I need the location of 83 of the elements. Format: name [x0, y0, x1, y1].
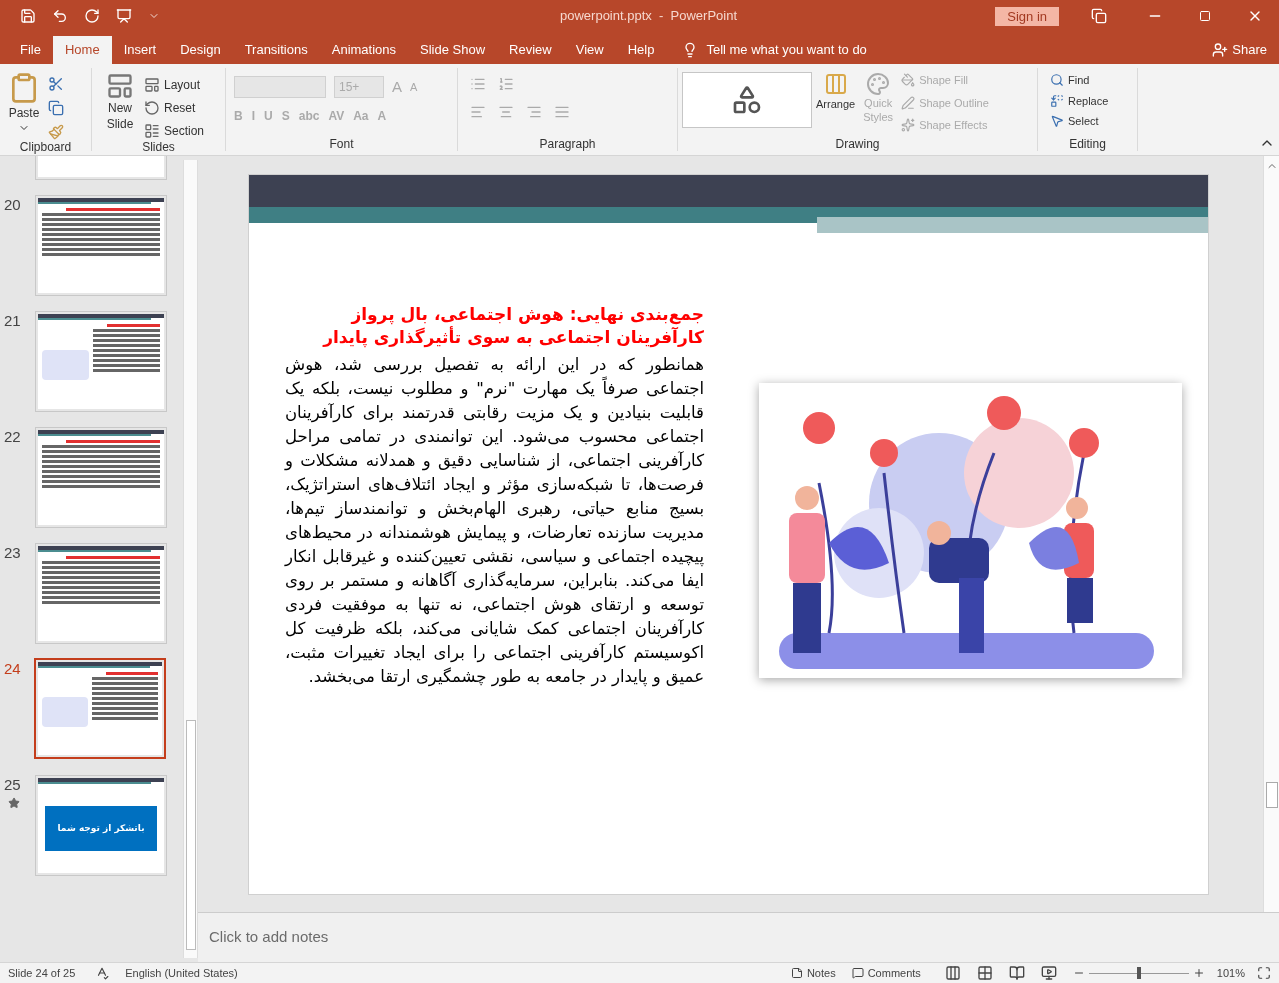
fit-to-window-icon[interactable]	[1257, 966, 1271, 980]
new-slide-button[interactable]: New Slide	[100, 72, 140, 140]
reset-icon	[144, 100, 160, 116]
ribbon-tab[interactable]: Design	[168, 36, 233, 64]
zoom-in-icon[interactable]	[1192, 967, 1205, 979]
ribbon-tab[interactable]: Home	[52, 36, 112, 64]
notes-button[interactable]: Notes	[790, 964, 836, 982]
slides-menu-button[interactable]: Layout	[144, 76, 205, 94]
scroll-thumb[interactable]	[185, 720, 196, 950]
presentation-icon[interactable]	[116, 8, 132, 24]
replace-icon	[1050, 93, 1064, 108]
section-icon	[144, 123, 160, 139]
comments-button[interactable]: Comments	[851, 964, 921, 982]
tell-me-field[interactable]: Tell me what you want to do	[706, 40, 867, 60]
slide-thumbnail[interactable]	[35, 195, 167, 296]
slides-menu-button[interactable]: Section	[144, 122, 205, 140]
reading-view-icon[interactable]	[1008, 965, 1025, 981]
ribbon-group-label: Drawing	[834, 137, 881, 151]
slide-body-text: همانطور که در این ارائه به تفصیل بررسی شد، هوش اجتماعی صرفاً یک مهارت "نرم" و مطلوب نیست، بلکه یک قابلیت بنیادین و یک مزیت رقابتی قدرتمند برای کارآفرینان اجتماعی محسوب می‌شود. این توانمندی در تمامی مراحل کارآفرینی اجتماعی، از شناسایی دقیق و همدلانه مشکلات و فرصت‌ها، تا شبکه‌سازی مؤثر و ایجاد ائتلاف‌های استراتژیک، بسیج منابع حیاتی، رهبری الهام‌بخش و توانمندساز تیم‌ها، مدیریت سازنده تعارضات، و پیمایش هوشمندانه در محیط‌های پیچیده اجتماعی و سیاسی، نقشی تعیین‌کننده و غیرقابل انکار ایفا می‌کند. بنابراین، سرمایه‌گذاری آگاهانه و مستمر بر روی توسعه و ارتقای هوش اجتماعی، نه تنها به موفقیت فردی کارآفرینان اجتماعی کمک شایانی می‌کند، بلکه ظرفیت کل اکوسیستم کارآفرینی اجتماعی را برای ایجاد تغییرات مثبت، عمیق و پایدار در جامعه به طور چشمگیری ارتقا می‌بخشد.	[285, 354, 704, 689]
ribbon-tab[interactable]: Transitions	[232, 36, 320, 64]
arrange-button[interactable]: Arrange	[816, 72, 856, 134]
palette-icon	[866, 72, 891, 96]
ribbon-tab[interactable]: Review	[497, 36, 564, 64]
zoom-slider[interactable]	[1088, 967, 1189, 979]
font-name-field[interactable]	[234, 76, 326, 99]
slide-number: 24	[4, 659, 21, 679]
editing-button[interactable]: Replace	[1050, 92, 1125, 109]
slideshow-icon[interactable]	[1040, 965, 1057, 981]
slides-menu-button[interactable]: Reset	[144, 99, 205, 117]
zoom-level[interactable]: 101%	[1216, 964, 1245, 982]
copy-icon[interactable]	[48, 100, 64, 116]
ribbon-tab[interactable]: Animations	[319, 36, 409, 64]
slide-sorter-icon[interactable]	[976, 965, 993, 981]
share-button[interactable]: Share	[1212, 36, 1267, 64]
paste-button[interactable]: Paste	[8, 72, 40, 140]
effects-icon	[901, 118, 916, 133]
slide-thumbnail[interactable]	[35, 311, 167, 412]
normal-view-icon[interactable]	[944, 965, 961, 981]
slide-counter: Slide 24 of 25	[8, 965, 76, 981]
comment-icon	[851, 967, 864, 979]
slide-thumbnail[interactable]	[35, 543, 167, 644]
slide-layout-icon	[106, 72, 134, 100]
ribbon-tab[interactable]: File	[8, 36, 53, 64]
layout-icon	[144, 77, 160, 93]
ribbon-tab[interactable]: Slide Show	[408, 36, 498, 64]
outline-icon	[901, 95, 916, 110]
redo-icon[interactable]	[84, 8, 100, 24]
shapes-gallery[interactable]	[682, 72, 812, 128]
slide-number: 25	[4, 775, 21, 795]
scroll-thumb[interactable]	[1265, 782, 1278, 808]
ribbon-group-label: Clipboard	[18, 140, 73, 154]
fill-icon	[901, 73, 916, 88]
ribbon-tab[interactable]: Help	[615, 36, 667, 64]
ribbon-group-label: Paragraph	[538, 137, 597, 151]
search-icon	[1050, 73, 1064, 88]
save-icon[interactable]	[20, 8, 36, 24]
undo-icon[interactable]	[52, 8, 68, 24]
select-icon	[1050, 114, 1064, 129]
window-title: powerpoint.pptx - PowerPoint	[560, 7, 738, 26]
spelling-icon[interactable]	[95, 966, 110, 980]
editing-button[interactable]: Find	[1050, 72, 1125, 89]
language-label[interactable]: English (United States)	[125, 964, 238, 982]
slide-heading: جمع‌بندی نهایی: هوش اجتماعی، بال پرواز کارآفرینان اجتماعی به سوی تأثیرگذاری پایدار	[321, 303, 704, 349]
ribbon-group-label: Font	[328, 137, 355, 151]
slide-thumbnail[interactable]: باتشکر از توجه شما	[35, 775, 167, 876]
ribbon-tab[interactable]: View	[563, 36, 616, 64]
shapes-icon	[731, 84, 763, 116]
slide-thumbnail[interactable]	[34, 658, 166, 759]
restore-icon[interactable]	[1199, 10, 1211, 22]
slide-thumbnail[interactable]	[35, 427, 167, 528]
person-add-icon	[1212, 42, 1229, 58]
ribbon-group-label: Slides	[141, 140, 176, 154]
slide-number: 20	[4, 195, 21, 215]
ribbon-tab[interactable]: Insert	[111, 36, 169, 64]
notes-icon	[790, 967, 803, 979]
slide-number: 21	[4, 311, 21, 331]
slide-number: 22	[4, 427, 21, 447]
slide-title: باتشکر از توجه شما	[45, 805, 157, 852]
ribbon-group-label: Editing	[1068, 137, 1107, 151]
cut-icon[interactable]	[48, 76, 64, 92]
slide-number: 23	[4, 543, 21, 563]
sign-in-button[interactable]: Sign in	[995, 6, 1059, 26]
editing-button[interactable]: Select	[1050, 113, 1125, 130]
